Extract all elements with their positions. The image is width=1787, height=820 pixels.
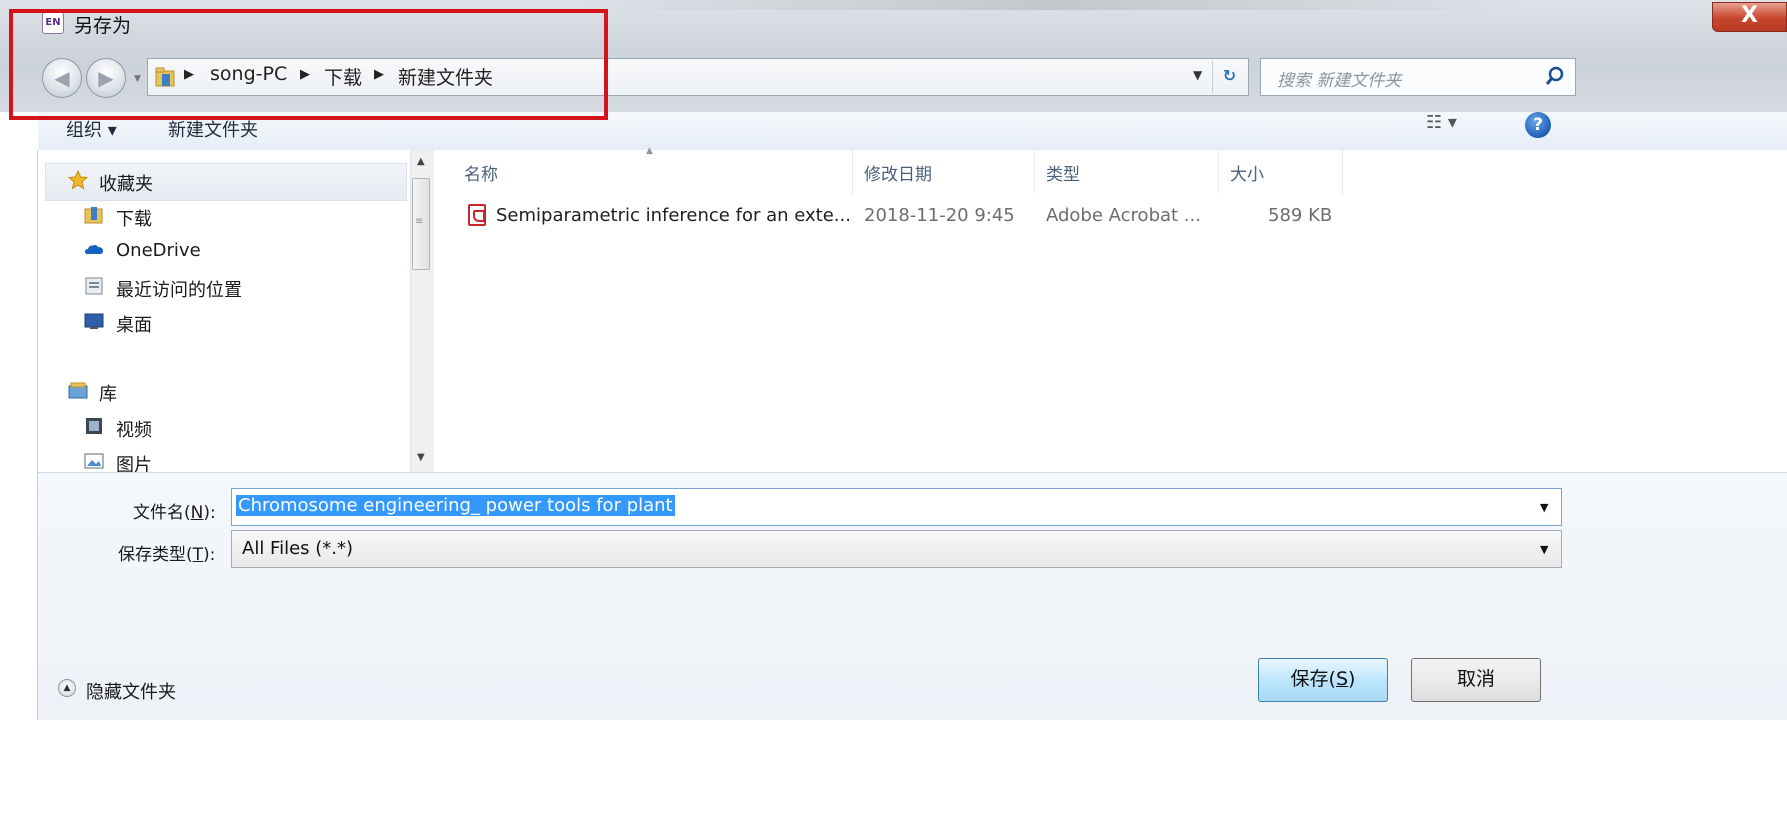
- hide-folders-button[interactable]: 隐藏文件夹: [86, 678, 176, 704]
- column-header-date[interactable]: 修改日期: [864, 160, 932, 185]
- column-divider[interactable]: [1218, 150, 1219, 194]
- video-icon: [86, 418, 102, 434]
- library-icon: [68, 382, 88, 399]
- column-header-type[interactable]: 类型: [1046, 160, 1080, 185]
- save-type-value: All Files (*.*): [242, 538, 354, 559]
- refresh-button[interactable]: ↻: [1212, 61, 1246, 93]
- collapse-icon[interactable]: ▲: [58, 679, 76, 697]
- filename-selected-text[interactable]: Chromosome engineering_ power tools for …: [236, 495, 675, 516]
- onedrive-icon: [85, 245, 103, 254]
- grip-icon: ≡: [415, 216, 423, 227]
- column-divider[interactable]: [1034, 150, 1035, 194]
- refresh-icon: ↻: [1222, 66, 1237, 85]
- sort-up-icon: ▲: [646, 146, 653, 156]
- desktop-icon: [84, 313, 104, 329]
- file-date-cell: 2018-11-20 9:45: [864, 205, 1015, 226]
- nav-item-desktop[interactable]: 桌面: [116, 311, 152, 337]
- nav-item-videos[interactable]: 视频: [116, 416, 152, 442]
- filename-label: 文件名(N):: [133, 503, 216, 523]
- star-icon: [68, 170, 88, 190]
- nav-item-onedrive[interactable]: OneDrive: [116, 240, 201, 261]
- highlight-annotation-box: [9, 9, 608, 120]
- scroll-up-icon[interactable]: ▲: [417, 156, 425, 167]
- save-type-select[interactable]: All Files (*.*) ▼: [231, 530, 1562, 568]
- nav-item-recent[interactable]: 最近访问的位置: [116, 276, 242, 302]
- filename-input[interactable]: Chromosome engineering_ power tools for …: [231, 488, 1562, 526]
- file-name-cell[interactable]: Semiparametric inference for an exte...: [496, 205, 851, 226]
- file-size-cell: 589 KB: [1268, 205, 1333, 226]
- save-type-label: 保存类型(T):: [118, 545, 216, 565]
- filename-dropdown-icon[interactable]: ▼: [1540, 501, 1548, 514]
- scroll-down-icon[interactable]: ▼: [417, 452, 425, 463]
- save-button[interactable]: 保存(S): [1258, 658, 1388, 702]
- downloads-folder-icon: [84, 207, 103, 224]
- search-placeholder: 搜索 新建文件夹: [1277, 71, 1402, 91]
- column-header-size[interactable]: 大小: [1230, 160, 1264, 185]
- dialog-left-edge: [0, 112, 38, 720]
- pdf-file-icon: [468, 204, 486, 226]
- close-button[interactable]: X: [1712, 2, 1787, 32]
- column-header-name[interactable]: 名称: [464, 160, 498, 185]
- search-box[interactable]: 搜索 新建文件夹: [1260, 58, 1576, 96]
- nav-library[interactable]: 库: [99, 380, 117, 406]
- nav-item-downloads[interactable]: 下载: [116, 205, 152, 231]
- below-dialog-area: [0, 720, 1787, 820]
- help-icon[interactable]: ?: [1525, 112, 1551, 138]
- glass-streak: [560, 0, 1540, 10]
- cancel-button[interactable]: 取消: [1411, 658, 1541, 702]
- search-icon[interactable]: [1543, 63, 1569, 89]
- column-divider[interactable]: [852, 150, 853, 194]
- view-options-icon[interactable]: ☷ ▾: [1426, 112, 1457, 133]
- file-list: [438, 150, 1787, 472]
- nav-favorites[interactable]: 收藏夹: [99, 170, 153, 196]
- file-type-cell: Adobe Acrobat ...: [1046, 205, 1201, 226]
- column-divider[interactable]: [1342, 150, 1343, 194]
- pictures-icon: [84, 453, 104, 469]
- address-dropdown[interactable]: ▼: [1193, 68, 1202, 82]
- save-type-dropdown-icon[interactable]: ▼: [1540, 543, 1548, 556]
- recent-places-icon: [85, 277, 103, 295]
